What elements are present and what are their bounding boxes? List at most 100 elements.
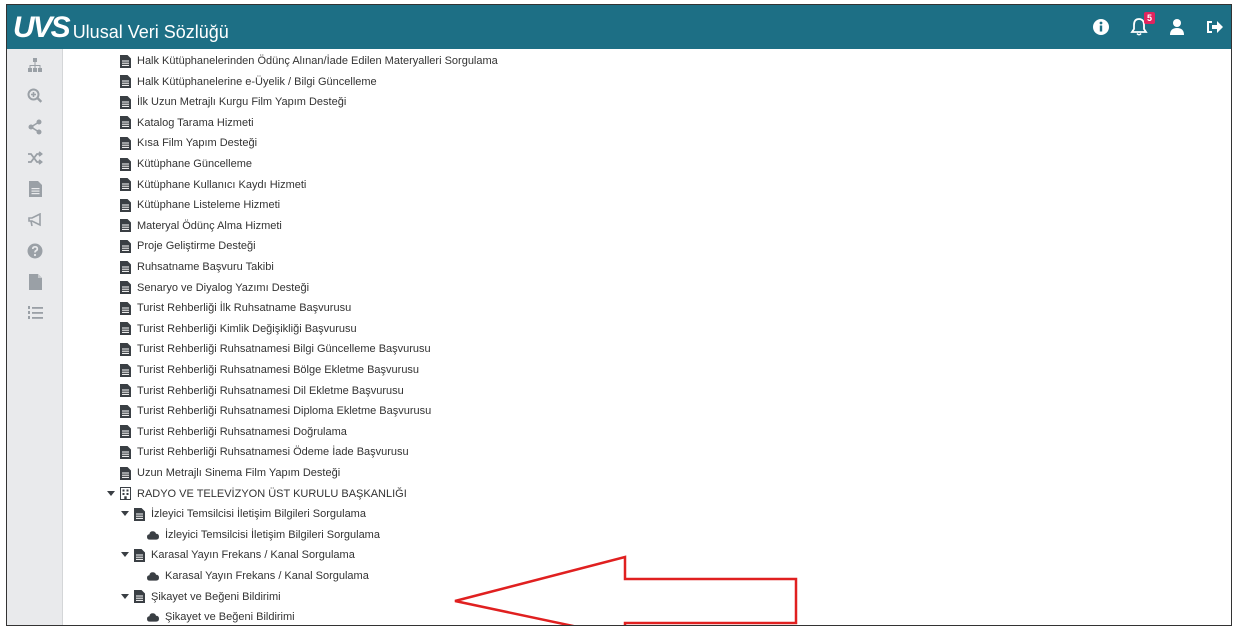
service-list-item[interactable]: Turist Rehberliği Ruhsatnamesi Doğrulama [119,422,347,442]
service-list-item[interactable]: Kütüphane Listeleme Hizmeti [119,195,280,215]
web-service-node[interactable]: Karasal Yayın Frekans / Kanal Sorgulama [147,566,369,586]
document-icon [119,445,131,459]
service-list-item[interactable]: Kütüphane Güncelleme [119,154,252,174]
service-list-item[interactable]: Uzun Metrajlı Sinema Film Yapım Desteği [119,463,340,483]
service-list-item[interactable]: Turist Rehberliği Ruhsatnamesi Ödeme İad… [119,442,409,462]
sidebar [7,49,63,625]
logout-icon[interactable] [1205,17,1225,37]
notification-bell-icon[interactable]: 5 [1129,12,1155,37]
organization-node[interactable]: RADYO VE TELEVİZYON ÜST KURULU BAŞKANLIĞ… [106,484,407,504]
tree-item-label: Halk Kütüphanelerine e-Üyelik / Bilgi Gü… [137,75,377,88]
document-icon [119,363,131,377]
service-list-item[interactable]: Turist Rehberliği Ruhsatnamesi Dil Eklet… [119,381,404,401]
service-list-item[interactable]: Kısa Film Yapım Desteği [119,133,257,153]
notification-badge: 5 [1144,12,1155,24]
web-service-node[interactable]: Şikayet ve Beğeni Bildirimi [147,607,295,625]
tree-item-label: Kısa Film Yapım Desteği [137,137,258,150]
bullhorn-icon[interactable] [7,204,63,235]
help-icon[interactable] [7,235,63,266]
service-list-item[interactable]: Turist Rehberliği Ruhsatnamesi Diploma E… [119,401,431,421]
tree-item-label: Turist Rehberliği Ruhsatnamesi Bilgi Gün… [137,343,431,356]
caret-down-icon[interactable] [106,490,116,497]
service-list-item[interactable]: İlk Uzun Metrajlı Kurgu Film Yapım Deste… [119,92,346,112]
top-bar: UVS Ulusal Veri Sözlüğü 5 [7,5,1231,49]
tree-item-label: Materyal Ödünç Alma Hizmeti [137,219,282,232]
list-ol-icon[interactable] [7,297,63,328]
document-icon [119,404,131,418]
service-list-item[interactable]: Katalog Tarama Hizmeti [119,113,254,133]
service-node[interactable]: İzleyici Temsilcisi İletişim Bilgileri S… [120,504,366,524]
caret-down-icon[interactable] [120,511,130,517]
tree-item-label: Turist Rehberliği Ruhsatnamesi Dil Eklet… [137,384,404,397]
top-icons: 5 [1091,5,1225,49]
service-list-item[interactable]: Kütüphane Kullanıcı Kaydı Hizmeti [119,175,306,195]
building-icon [119,487,131,501]
service-list-item[interactable]: Turist Rehberliği Ruhsatnamesi Bilgi Gün… [119,339,431,359]
service-list-item[interactable]: Halk Kütüphanelerinden Ödünç Alınan/İade… [119,51,498,71]
sitemap-icon[interactable] [7,49,63,80]
service-list-item[interactable]: Turist Rehberliği Ruhsatnamesi Bölge Ekl… [119,360,419,380]
share-icon[interactable] [7,111,63,142]
document-icon [119,95,131,109]
info-icon[interactable] [1091,17,1111,37]
tree-item-label: Turist Rehberliği Ruhsatnamesi Bölge Ekl… [137,364,420,376]
document-icon [119,178,131,192]
service-list-item[interactable]: Materyal Ödünç Alma Hizmeti [119,216,282,236]
tree-item-label: RADYO VE TELEVİZYON ÜST KURULU BAŞKANLIĞ… [137,487,407,500]
document-icon [133,548,145,562]
logo-mark: UVS [13,11,71,44]
document-icon [119,54,131,68]
service-list-item[interactable]: Turist Rehberliği Kimlik Değişikliği Baş… [119,319,357,339]
tree-item-label: Şikayet ve Beğeni Bildirimi [151,590,281,603]
web-service-node[interactable]: İzleyici Temsilcisi İletişim Bilgileri S… [147,525,380,545]
cloud-icon [147,569,159,583]
service-node[interactable]: Karasal Yayın Frekans / Kanal Sorgulama [120,545,355,565]
service-list-item[interactable]: Ruhsatname Başvuru Takibi [119,257,274,277]
tree-item-label: Turist Rehberliği Ruhsatnamesi Doğrulama [137,425,347,438]
tree-item-label: Kütüphane Listeleme Hizmeti [137,199,281,212]
document-icon [119,157,131,171]
tree-item-label: Karasal Yayın Frekans / Kanal Sorgulama [165,570,369,582]
cloud-icon [147,528,159,542]
tree-item-label: Turist Rehberliği İlk Ruhsatname Başvuru… [137,302,352,315]
caret-down-icon[interactable] [120,593,130,600]
document-icon [133,507,145,521]
service-node[interactable]: Şikayet ve Beğeni Bildirimi [120,587,281,607]
document-icon[interactable] [7,173,63,204]
tree-item-label: Kütüphane Güncelleme [137,158,252,170]
document-icon [119,425,131,439]
document-icon [119,75,131,89]
random-icon[interactable] [7,142,63,173]
red-arrow-annotation [454,555,798,625]
document-icon [119,384,131,398]
service-list-item[interactable]: Turist Rehberliği İlk Ruhsatname Başvuru… [119,298,351,318]
document-icon [119,342,131,356]
service-list-item[interactable]: Senaryo ve Diyalog Yazımı Desteği [119,278,309,298]
tree-item-label: Ruhsatname Başvuru Takibi [137,261,274,273]
document-icon [119,281,131,295]
document-icon [119,239,131,253]
tree-item-label: Turist Rehberliği Ruhsatnamesi Ödeme İad… [137,446,409,459]
app-window: UVS Ulusal Veri Sözlüğü 5 Halk Kütüphane… [6,4,1232,626]
tree-item-label: İzleyici Temsilcisi İletişim Bilgileri S… [165,528,380,541]
document-icon [119,219,131,233]
file-icon[interactable] [7,266,63,297]
cloud-icon [147,610,159,624]
document-icon [119,322,131,336]
tree-item-label: Halk Kütüphanelerinden Ödünç Alınan/İade… [137,55,498,67]
document-icon [119,466,131,480]
document-icon [119,260,131,274]
zoom-in-icon[interactable] [7,80,63,111]
document-icon [119,301,131,315]
document-icon [119,116,131,130]
document-icon [133,590,145,604]
tree-item-label: Senaryo ve Diyalog Yazımı Desteği [137,281,310,294]
tree-item-label: Katalog Tarama Hizmeti [137,116,254,129]
app-logo[interactable]: UVS Ulusal Veri Sözlüğü [13,5,229,49]
user-icon[interactable] [1167,17,1187,37]
tree-item-label: Proje Geliştirme Desteği [137,240,256,253]
service-list-item[interactable]: Halk Kütüphanelerine e-Üyelik / Bilgi Gü… [119,72,377,92]
caret-down-icon[interactable] [120,552,130,558]
document-icon [119,198,131,212]
service-list-item[interactable]: Proje Geliştirme Desteği [119,236,256,256]
